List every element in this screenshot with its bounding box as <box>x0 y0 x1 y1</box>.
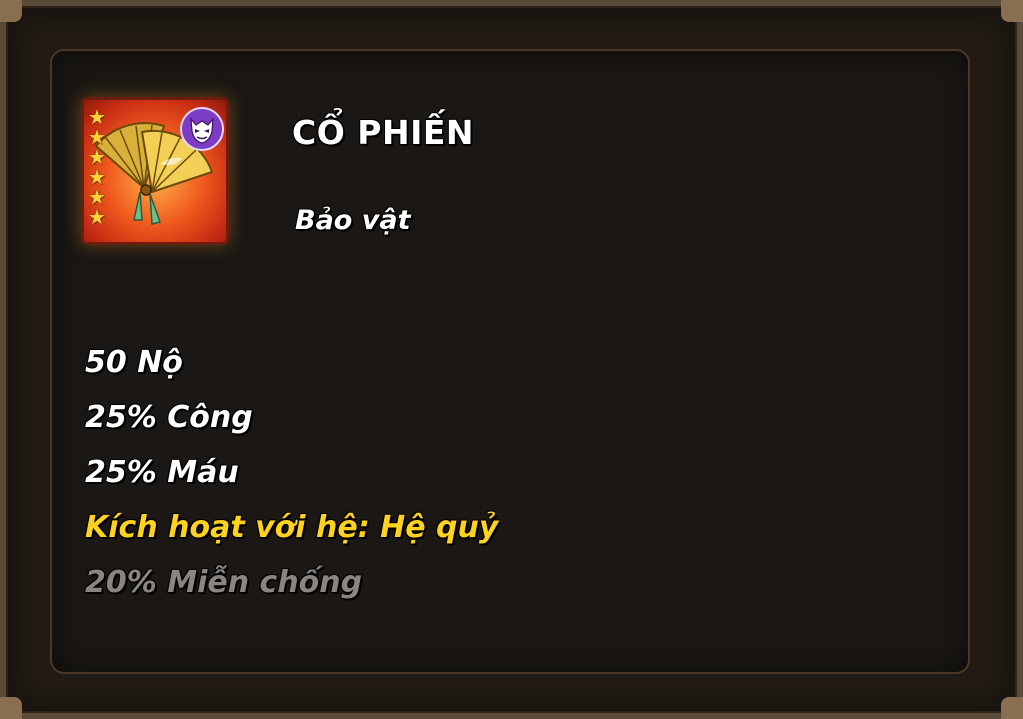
frame-corner-ornament <box>1001 0 1023 22</box>
star-rating: ★ ★ ★ ★ ★ ★ <box>88 107 112 229</box>
faction-badge <box>180 107 224 151</box>
demon-mask-icon <box>190 117 214 144</box>
item-name: CỔ PHIẾN <box>292 113 475 152</box>
item-stats-list: 50 Nộ 25% Công 25% Máu Kích hoạt với hệ:… <box>85 335 498 610</box>
star-icon: ★ <box>88 205 106 229</box>
frame-corner-ornament <box>0 0 22 22</box>
stat-line: 50 Nộ <box>85 345 183 380</box>
faction-activation-line: Kích hoạt với hệ: Hệ quỷ <box>85 510 499 545</box>
stat-line: 25% Công <box>85 400 253 435</box>
stat-line: 25% Máu <box>85 455 239 490</box>
frame-corner-ornament <box>1001 697 1023 719</box>
item-icon-frame: ★ ★ ★ ★ ★ ★ <box>81 97 229 245</box>
faction-bonus-line: 20% Miễn chống <box>85 565 363 600</box>
item-type: Bảo vật <box>295 205 411 236</box>
frame-corner-ornament <box>0 697 22 719</box>
